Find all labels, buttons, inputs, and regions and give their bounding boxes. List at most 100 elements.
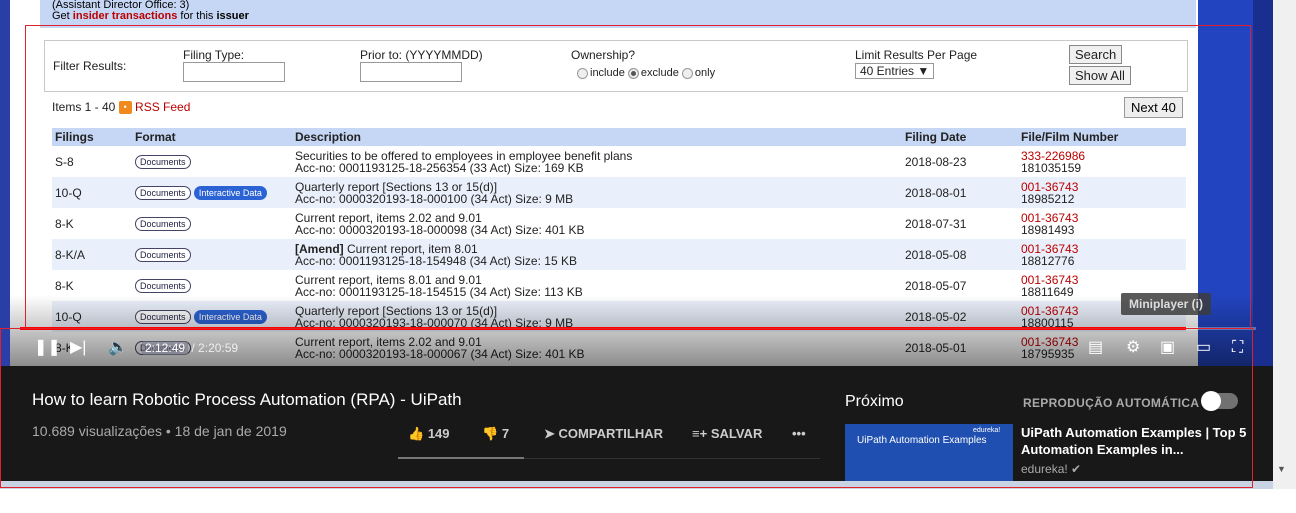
video-title: How to learn Robotic Process Automation …	[32, 390, 462, 409]
description-cell: [Amend] Current report, item 8.01 Acc-no:…	[292, 239, 902, 270]
taskbar-strip	[0, 481, 1296, 489]
file-film-cell: 001-36743 18812776	[1018, 239, 1186, 270]
description-line: Quarterly report [Sections 13 or 15(d)]	[295, 305, 899, 317]
filing-type-label: Filing Type:	[183, 48, 245, 62]
description-line: Securities to be offered to employees in…	[295, 150, 899, 162]
table-row: 8-K Documents Current report, items 2.02 a…	[52, 208, 1186, 239]
video-info-panel: How to learn Robotic Process Automation …	[0, 366, 1273, 481]
col-format: Format	[132, 128, 292, 146]
limit-results-label: Limit Results Per Page	[855, 48, 978, 62]
next-video-title[interactable]: UiPath Automation Examples | Top 5 Autom…	[1021, 424, 1261, 458]
description-line: [Amend] Current report, item 8.01	[295, 243, 899, 255]
filing-date: 2018-05-07	[905, 278, 967, 293]
share-label: COMPARTILHAR	[558, 426, 664, 441]
next-40-button[interactable]: Next 40	[1124, 97, 1183, 118]
ownership-options: include exclude only	[577, 67, 715, 79]
exclude-label: exclude	[640, 67, 679, 79]
theater-mode-icon[interactable]: ▭	[1196, 339, 1211, 357]
ownership-label: Ownership?	[571, 48, 636, 62]
documents-button[interactable]: Documents	[135, 309, 191, 324]
miniplayer-icon[interactable]: ▣	[1160, 339, 1175, 357]
accession-line: Acc-no: 0001193125-18-154948 (34 Act) Si…	[295, 253, 577, 268]
file-number-link[interactable]: 333-226986	[1021, 150, 1183, 162]
format-cell: Documents	[132, 270, 292, 301]
subtitles-icon[interactable]: ▤	[1088, 339, 1103, 357]
film-number: 18812776	[1021, 253, 1075, 268]
limit-results-select[interactable]: 40 Entries ▼	[855, 63, 935, 79]
accession-line: Acc-no: 0001193125-18-256354 (33 Act) Si…	[295, 160, 584, 175]
interactive-data-button[interactable]: Interactive Data	[193, 185, 267, 200]
filter-results-box: Filter Results: Filing Type: Prior to: (…	[44, 40, 1188, 92]
exclude-radio[interactable]	[627, 67, 639, 79]
prior-to-label: Prior to: (YYYYMMDD)	[360, 48, 483, 62]
file-number-link[interactable]: 001-36743	[1021, 181, 1183, 193]
file-number-link[interactable]: 001-36743	[1021, 212, 1183, 224]
include-label: include	[590, 67, 625, 79]
filing-type-input[interactable]	[183, 62, 285, 82]
next-video-channel: edureka! ✔	[1021, 462, 1081, 476]
scroll-down-icon[interactable]: ▼	[1277, 464, 1286, 474]
thumbs-up-icon: 👍	[408, 426, 425, 441]
table-row: 8-K/A Documents [Amend] Current report, it…	[52, 239, 1186, 270]
only-label: only	[694, 67, 716, 79]
autoplay-label: REPRODUÇÃO AUTOMÁTICA	[1023, 396, 1200, 410]
volume-icon[interactable]: 🔈	[108, 339, 128, 357]
documents-button[interactable]: Documents	[135, 154, 191, 169]
insider-transactions-link[interactable]: insider transactions	[73, 10, 178, 22]
file-number-link[interactable]: 001-36743	[1021, 274, 1183, 286]
autoplay-toggle[interactable]	[1201, 391, 1238, 411]
show-all-button[interactable]: Show All	[1069, 66, 1131, 85]
filing-date: 2018-05-08	[902, 239, 1018, 270]
share-button[interactable]: ➤ COMPARTILHAR	[544, 426, 663, 442]
col-filings: Filings	[52, 128, 132, 146]
save-button[interactable]: ≡+ SALVAR	[692, 426, 762, 441]
time-display: 2:12:49 / 2:20:59	[142, 341, 238, 355]
rss-icon[interactable]: •	[118, 101, 132, 115]
progress-bar[interactable]	[20, 327, 1256, 330]
col-description: Description	[292, 128, 902, 146]
more-actions-icon[interactable]: •••	[792, 426, 806, 441]
player-controls: ❚❚ ▶| 🔈 2:12:49 / 2:20:59 ▤ ⚙ ▣ ▭ ⛶	[30, 336, 1260, 360]
screenshot-frame: (Assistant Director Office: 3) Get insid…	[0, 0, 1296, 513]
filing-type: 8-K	[55, 278, 74, 293]
share-arrow-icon: ➤	[544, 426, 555, 441]
documents-button[interactable]: Documents	[135, 216, 191, 231]
edgar-page: (Assistant Director Office: 3) Get insid…	[10, 0, 1253, 366]
filing-date: 2018-08-23	[905, 154, 967, 169]
next-video-thumbnail[interactable]: UiPath Automation Examples edureka!	[845, 424, 1013, 481]
playlist-add-icon: ≡+	[692, 426, 708, 441]
dislike-count: 7	[501, 426, 510, 441]
description-line: Current report, items 8.01 and 9.01	[295, 274, 899, 286]
thumbnail-brand: edureka!	[973, 427, 1001, 434]
page-scrollbar[interactable]	[1273, 0, 1296, 489]
verified-icon: ✔	[1071, 462, 1082, 476]
documents-button[interactable]: Documents	[135, 185, 191, 200]
rss-feed-link[interactable]: RSS Feed	[135, 100, 190, 114]
description-cell: Current report, items 8.01 and 9.01 Acc-n…	[292, 270, 902, 301]
documents-button[interactable]: Documents	[135, 278, 191, 293]
search-button[interactable]: Search	[1069, 45, 1123, 64]
file-number-link[interactable]: 001-36743	[1021, 243, 1183, 255]
filing-date: 2018-08-01	[902, 177, 1018, 208]
edgar-issuer-info: (Assistant Director Office: 3) Get insid…	[40, 0, 1196, 28]
fullscreen-icon[interactable]: ⛶	[1232, 339, 1243, 357]
documents-button[interactable]: Documents	[135, 247, 191, 262]
format-cell: Documents Interactive Data	[132, 177, 292, 208]
pause-icon[interactable]: ❚❚	[34, 339, 61, 357]
settings-icon[interactable]: ⚙	[1126, 339, 1140, 357]
like-button[interactable]: 👍 149	[408, 426, 450, 442]
prior-to-input[interactable]	[360, 62, 462, 82]
video-player[interactable]: (Assistant Director Office: 3) Get insid…	[0, 0, 1273, 366]
interactive-data-button[interactable]: Interactive Data	[193, 309, 267, 324]
filings-body: S-8 Documents Securities to be offered to …	[52, 146, 1186, 363]
limit-results-value: 40 Entries	[860, 64, 915, 78]
include-radio[interactable]	[577, 67, 588, 79]
insider-transactions-line: Get insider transactions for this issuer	[52, 11, 1196, 22]
accession-line: Acc-no: 0001193125-18-154515 (34 Act) Si…	[295, 284, 583, 299]
only-radio[interactable]	[681, 67, 693, 79]
dislike-button[interactable]: 👎 7	[482, 426, 509, 442]
table-row: 8-K Documents Current report, items 8.01 a…	[52, 270, 1186, 301]
next-video-icon[interactable]: ▶|	[70, 339, 86, 357]
issuer-word: issuer	[216, 10, 249, 22]
file-film-cell: 333-226986 181035159	[1018, 146, 1186, 177]
